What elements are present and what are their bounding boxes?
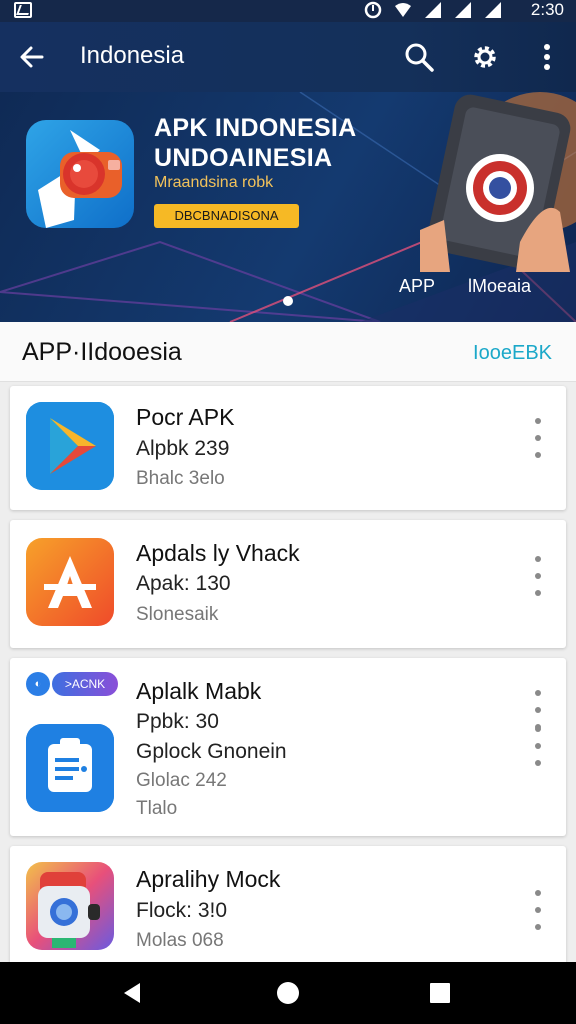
document-app-icon — [26, 724, 114, 812]
banner-button[interactable]: DBCBNADISONA — [154, 204, 299, 228]
home-circle-icon[interactable] — [273, 978, 303, 1008]
banner-label-indonesia: lMoeaia — [468, 276, 532, 296]
banner-label-app: APP — [399, 276, 436, 296]
search-icon[interactable] — [402, 40, 436, 74]
status-icons — [364, 1, 502, 19]
app-detail: Ppbk: 30 — [136, 710, 219, 733]
small-app-icon: ◐ — [26, 672, 50, 696]
settings-icon[interactable] — [468, 40, 502, 74]
back-triangle-icon[interactable] — [118, 978, 148, 1008]
signal-3-icon — [485, 2, 501, 18]
status-bar: 2:30 — [0, 0, 576, 22]
app-meta: Glolac 242 — [136, 770, 227, 791]
status-time: 2:30 — [530, 0, 564, 19]
app-card-2[interactable]: Apdals ly Vhack Apak: 130 Slonesaik — [10, 520, 566, 648]
gallery-notification-icon — [14, 2, 32, 18]
app-detail: Alpbk 239 — [136, 437, 230, 460]
robot-app-icon — [26, 862, 114, 950]
app-card-3[interactable]: ◐ >ACNK Aplalk Mabk Ppbk: 30 Gplock Gnon… — [10, 658, 566, 836]
app-name: Pocr APK — [136, 404, 235, 430]
app-name: Apralihy Mock — [136, 866, 281, 892]
alarm-icon — [364, 1, 382, 19]
banner-title-2: UNDOAINESIA — [154, 144, 333, 172]
apk-a-icon — [26, 538, 114, 626]
app-meta: Molas 068 — [136, 930, 224, 951]
app-name: Aplalk Mabk — [136, 678, 262, 704]
app-bar-title: Indonesia — [80, 42, 185, 69]
app-bar: Indonesia — [0, 22, 576, 92]
banner-subtitle: Mraandsina robk — [154, 174, 274, 191]
play-store-icon — [26, 402, 114, 490]
signal-icon — [425, 2, 441, 18]
app-detail: Apak: 130 — [136, 572, 231, 595]
more-vert-icon-2[interactable] — [528, 724, 548, 768]
app-developer: Gplock Gnonein — [136, 740, 287, 763]
app-meta: Slonesaik — [136, 604, 219, 625]
section-see-more-link[interactable]: IooeEBK — [473, 342, 552, 365]
more-vert-icon[interactable] — [530, 40, 564, 74]
banner-app-icon — [26, 120, 134, 228]
app-card-1[interactable]: Pocr APK Alpbk 239 Bhalc 3elo — [10, 386, 566, 510]
more-vert-icon[interactable] — [528, 554, 548, 598]
back-arrow-icon[interactable] — [16, 41, 48, 73]
section-title: APP·IIdooesia — [22, 338, 182, 366]
more-vert-icon[interactable] — [528, 888, 548, 932]
carousel-indicator-dot — [283, 296, 293, 306]
signal-2-icon — [455, 2, 471, 18]
system-nav-bar — [0, 962, 576, 1024]
promo-banner[interactable]: APK INDONESIA UNDOAINESIA Mraandsina rob… — [0, 92, 576, 322]
app-card-4[interactable]: Apralihy Mock Flock: 3!0 Molas 068 — [10, 846, 566, 966]
wifi-icon — [395, 3, 411, 17]
more-vert-icon[interactable] — [528, 416, 548, 460]
recents-square-icon[interactable] — [425, 978, 455, 1008]
app-meta: Bhalc 3elo — [136, 468, 225, 489]
banner-title: APK INDONESIA — [154, 114, 357, 142]
app-meta-2: Tlalo — [136, 798, 178, 819]
section-header: APP·IIdooesia IooeEBK — [0, 322, 576, 382]
app-name: Apdals ly Vhack — [136, 540, 300, 566]
phone-illustration — [420, 94, 571, 272]
app-detail: Flock: 3!0 — [136, 899, 228, 922]
app-badge: >ACNK — [52, 672, 118, 696]
